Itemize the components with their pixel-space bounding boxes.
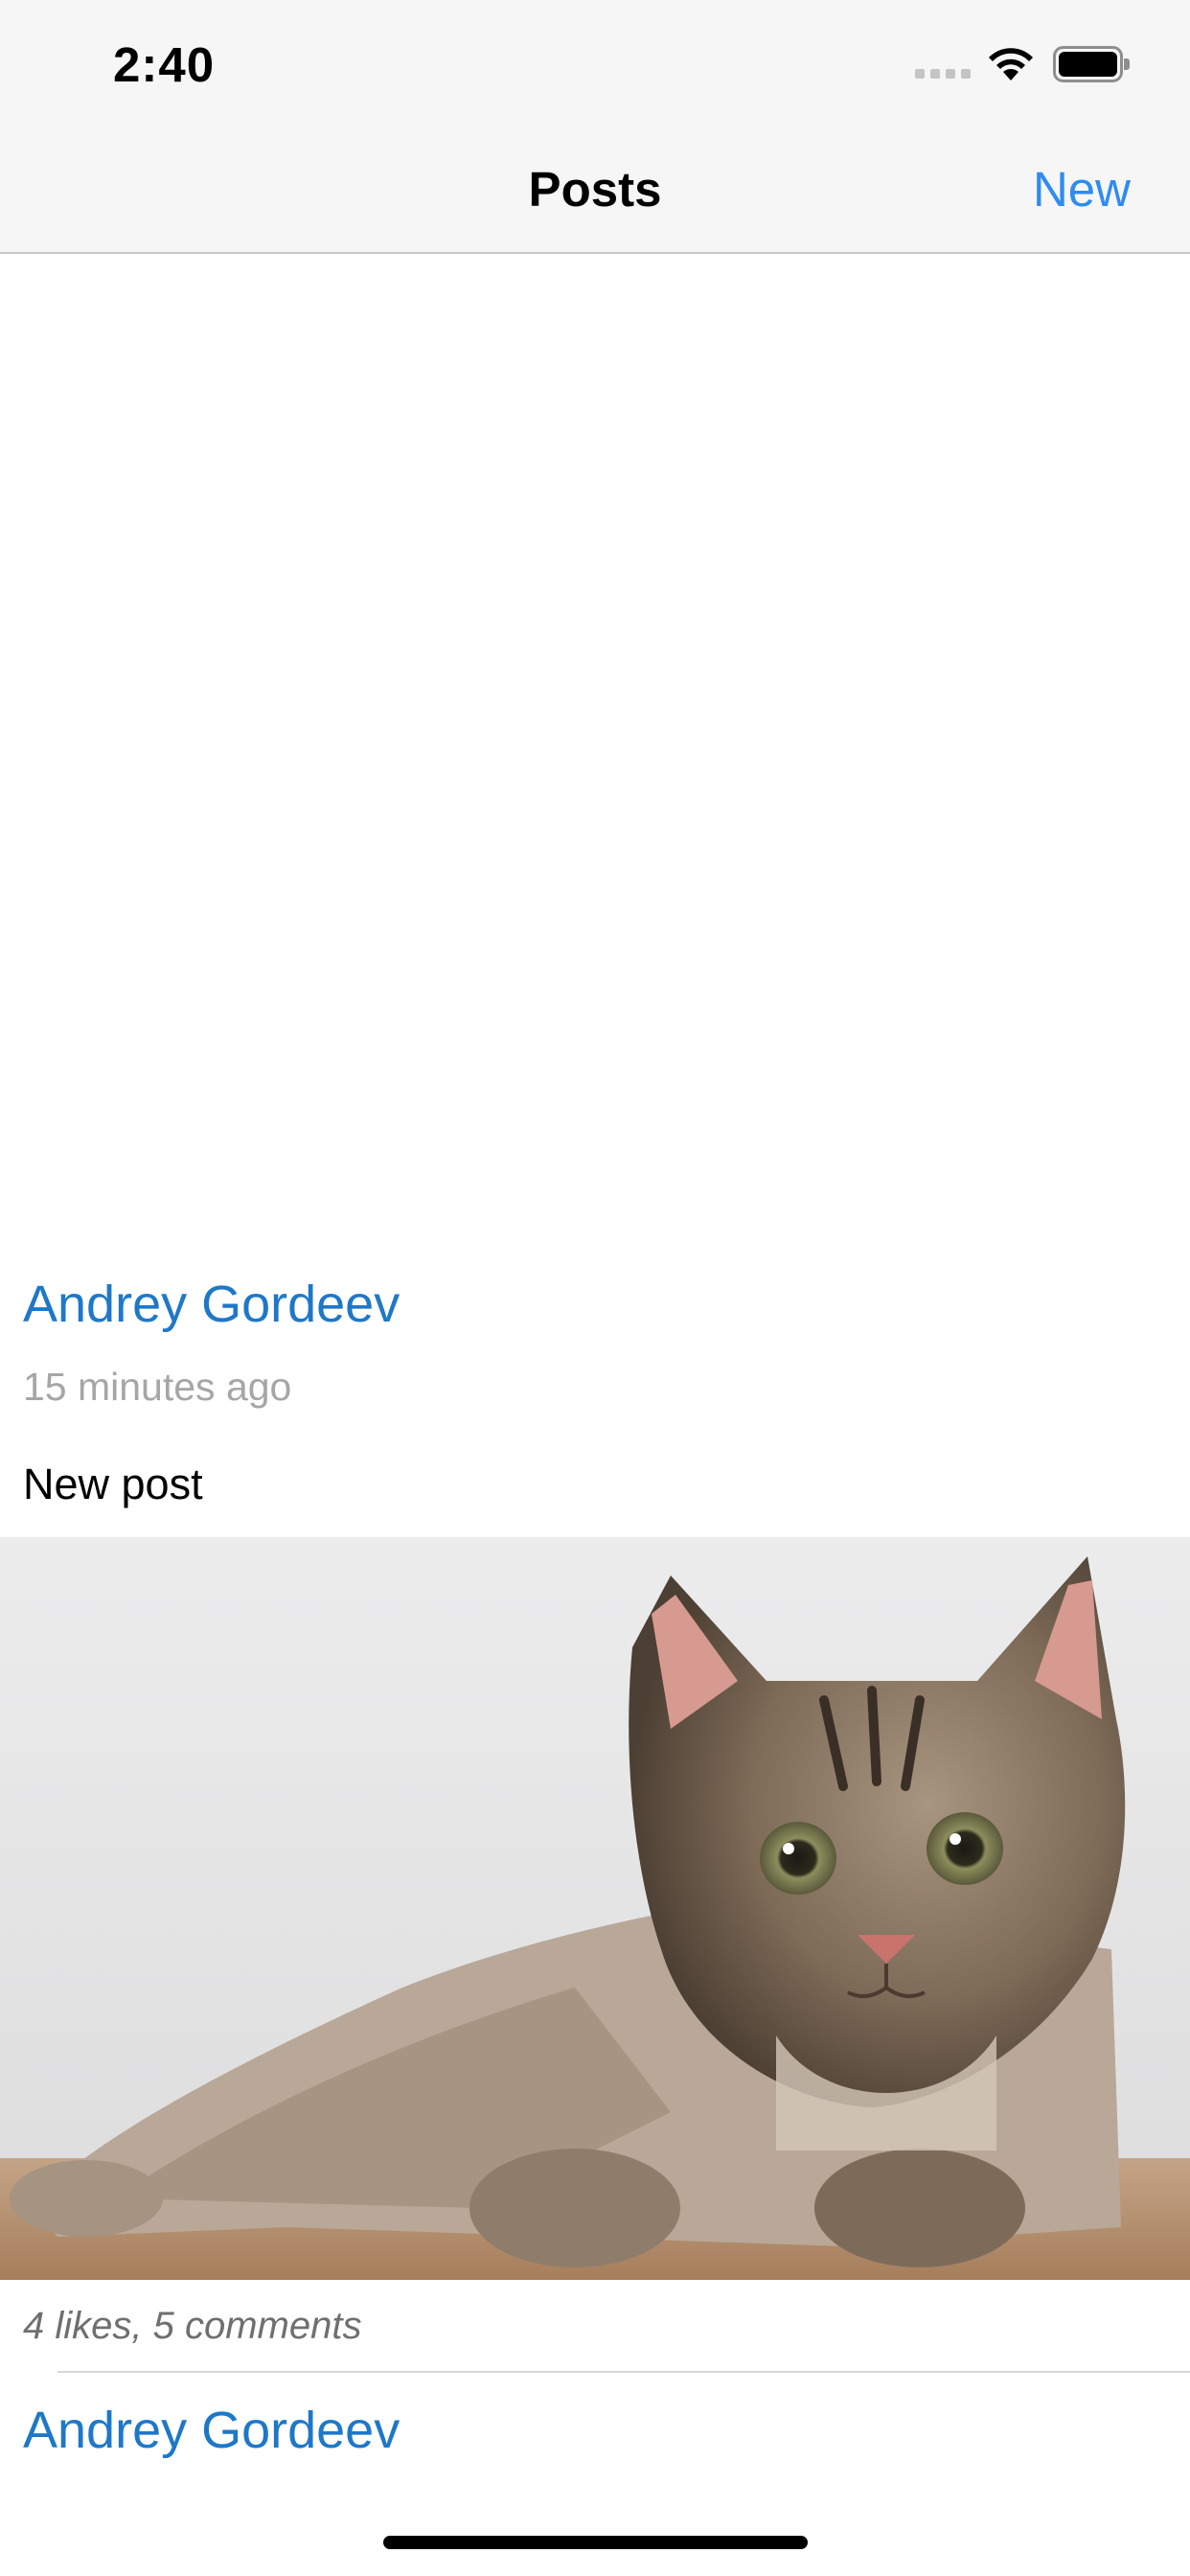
wifi-icon	[989, 48, 1033, 80]
post-author-link[interactable]: Andrey Gordeev	[23, 1275, 400, 1334]
status-time: 2:40	[113, 37, 216, 92]
post-stats: 4 likes, 5 comments	[23, 2305, 362, 2347]
screen: 2:40 Posts New Andrey Gordeev 15 minutes…	[0, 0, 1190, 2576]
new-post-button[interactable]: New	[1033, 161, 1131, 218]
post-text: New post	[23, 1460, 203, 1508]
home-indicator[interactable]	[383, 2536, 808, 2549]
post-divider	[57, 2371, 1190, 2373]
post-timestamp: 15 minutes ago	[23, 1365, 292, 1409]
cellular-signal-icon	[915, 69, 971, 79]
post-photo[interactable]	[0, 1537, 1190, 2280]
kitten-image	[0, 1537, 1190, 2280]
page-title: Posts	[528, 162, 662, 217]
top-bar: 2:40 Posts New	[0, 0, 1190, 254]
post-author-link[interactable]: Andrey Gordeev	[23, 2401, 400, 2460]
battery-icon	[1053, 46, 1130, 82]
loading-area	[0, 256, 1190, 1224]
